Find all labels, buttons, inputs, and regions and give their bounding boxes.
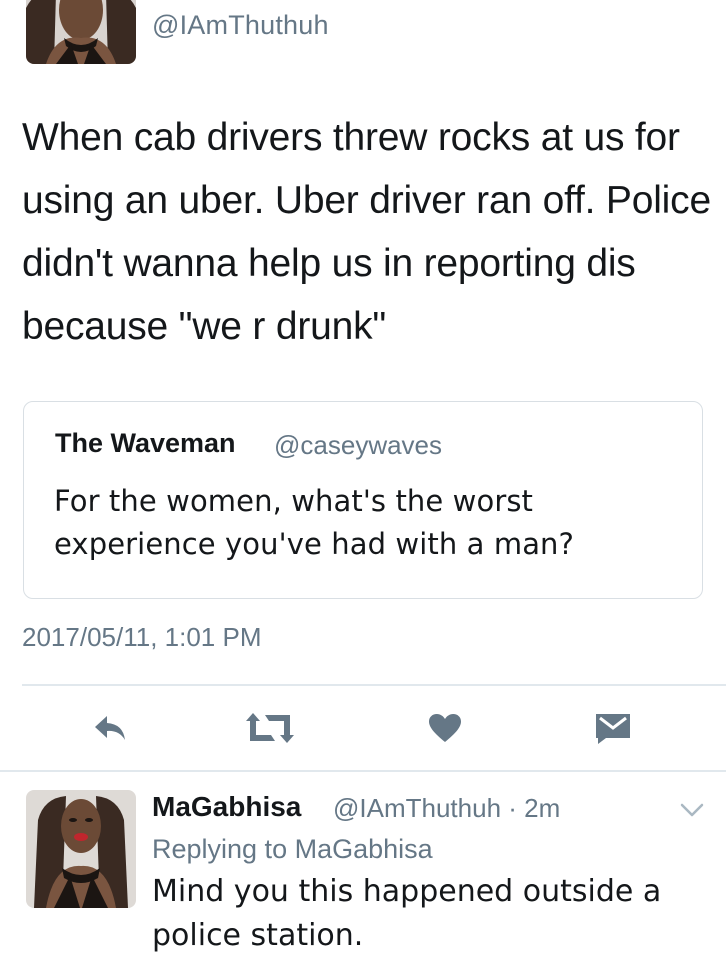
reply-author-name[interactable]: MaGabhisa <box>152 791 301 823</box>
divider <box>0 770 726 772</box>
direct-message-icon <box>594 712 632 744</box>
author-handle[interactable]: @IAmThuthuh <box>152 10 329 41</box>
tweet-text: When cab drivers threw rocks at us for u… <box>22 116 711 348</box>
tweet-timestamp: 2017/05/11, 1:01 PM <box>22 622 262 652</box>
quoted-tweet-card[interactable]: The Waveman @caseywaves For the women, w… <box>23 401 703 599</box>
divider <box>22 684 726 686</box>
chevron-down-icon <box>680 803 704 822</box>
like-button[interactable] <box>423 708 467 748</box>
author-avatar[interactable] <box>26 0 136 64</box>
retweet-icon <box>245 711 295 745</box>
reply-author-handle-time: @IAmThuthuh · 2m <box>333 793 561 823</box>
tweet-detail-view: @IAmThuthuh When cab drivers threw rocks… <box>0 0 726 960</box>
tweet-options-button[interactable] <box>680 802 704 818</box>
reply-tweet-text: Mind you this happened outside a police … <box>152 874 662 953</box>
heart-icon <box>428 713 462 743</box>
quoted-tweet-text: For the women, what's the worst experien… <box>54 484 575 561</box>
quoted-author-name: The Waveman <box>55 428 236 458</box>
direct-message-button[interactable] <box>591 708 635 748</box>
replying-to-label[interactable]: Replying to MaGabhisa <box>152 834 433 865</box>
retweet-button[interactable] <box>242 708 298 748</box>
quoted-author-handle: @caseywaves <box>274 430 443 460</box>
reply-button[interactable] <box>88 708 132 748</box>
reply-author-avatar[interactable] <box>26 790 136 908</box>
reply-icon <box>93 714 127 742</box>
